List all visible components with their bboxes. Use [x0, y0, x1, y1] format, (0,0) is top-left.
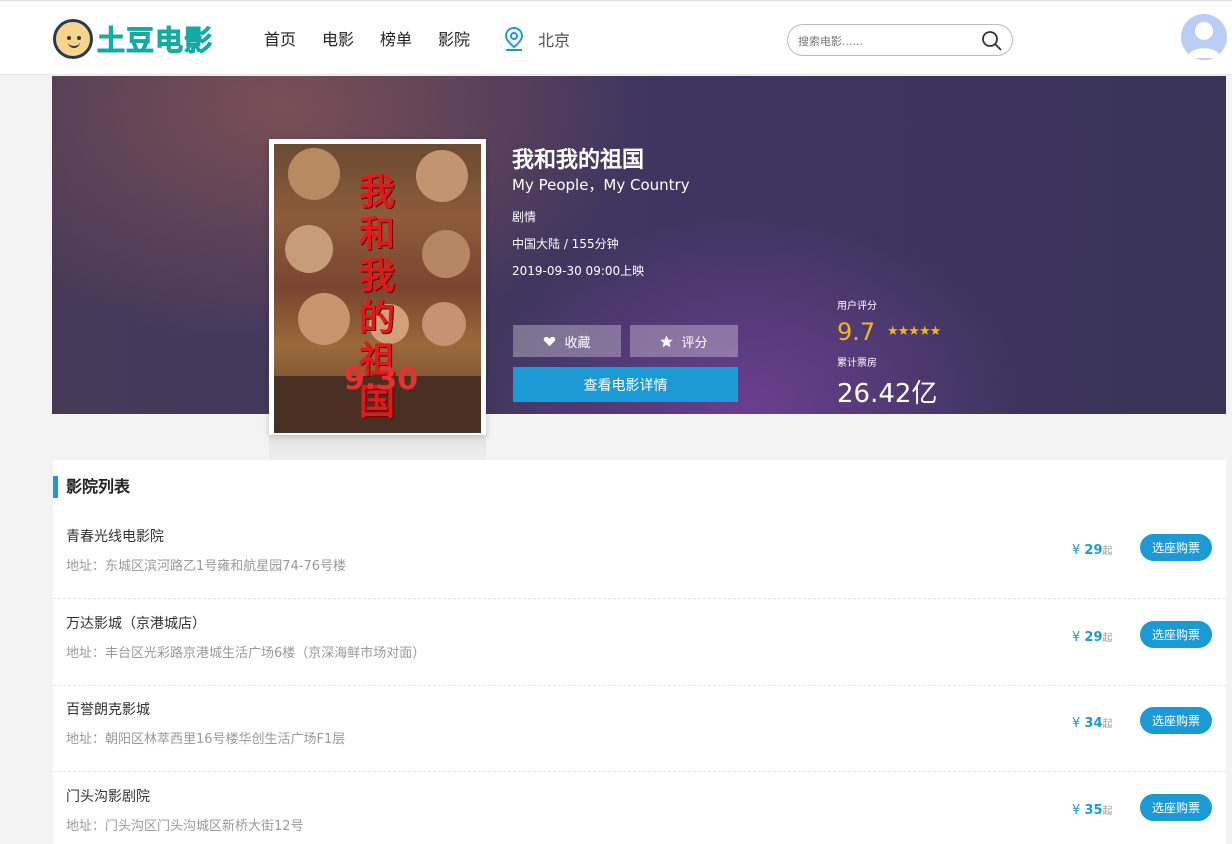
movie-release: 2019-09-30 09:00上映: [512, 264, 645, 278]
user-icon: [1187, 22, 1221, 58]
poster-image: 我和我的祖国 9.30: [274, 144, 481, 433]
cinema-name[interactable]: 青春光线电影院: [66, 526, 164, 546]
movie-region-duration: 中国大陆 / 155分钟: [512, 237, 619, 251]
box-office-value: 26.42亿: [837, 379, 938, 409]
rating-stars: ★★★★★: [887, 324, 941, 339]
cinema-row: 百誉朗克影城 地址：朝阳区林萃西里16号楼华创生活广场F1层 ¥ 34起 选座购…: [53, 686, 1226, 772]
buy-ticket-button[interactable]: 选座购票: [1140, 794, 1212, 821]
cinema-address: 地址：丰台区光彩路京港城生活广场6楼（京深海鲜市场对面）: [66, 646, 426, 661]
movie-banner: [52, 76, 1226, 414]
nav-rankings[interactable]: 榜单: [380, 29, 412, 51]
city-selector[interactable]: 北京: [503, 26, 570, 52]
logo-text: 土豆电影: [96, 24, 214, 58]
cinema-list-heading: 影院列表: [53, 476, 130, 498]
user-score: 9.7: [837, 318, 876, 346]
star-icon: [660, 334, 674, 347]
buy-ticket-button[interactable]: 选座购票: [1140, 707, 1212, 734]
nav-movies[interactable]: 电影: [322, 29, 354, 51]
search-icon[interactable]: [980, 29, 1004, 53]
buy-ticket-button[interactable]: 选座购票: [1140, 621, 1212, 648]
location-pin-icon: [504, 26, 524, 51]
potato-logo-icon: [53, 19, 93, 59]
rate-button[interactable]: 评分: [630, 325, 738, 357]
favorite-button[interactable]: 收藏: [513, 325, 621, 357]
cinema-price: ¥ 29起: [1072, 630, 1113, 645]
buy-ticket-button[interactable]: 选座购票: [1140, 534, 1212, 561]
movie-detail-button[interactable]: 查看电影详情: [513, 367, 738, 402]
movie-title: 我和我的祖国: [512, 148, 645, 173]
rate-label: 评分: [681, 335, 708, 351]
site-logo[interactable]: 土豆电影: [53, 18, 213, 60]
nav-cinemas[interactable]: 影院: [438, 29, 470, 51]
cinema-row: 青春光线电影院 地址：东城区滨河路乙1号雍和航星园74-76号楼 ¥ 29起 选…: [53, 513, 1226, 599]
cinema-price: ¥ 35起: [1072, 803, 1113, 818]
movie-genre: 剧情: [512, 210, 537, 224]
cinema-list: 影院列表 青春光线电影院 地址：东城区滨河路乙1号雍和航星园74-76号楼 ¥ …: [53, 460, 1226, 844]
heart-icon: [544, 336, 556, 346]
nav-home[interactable]: 首页: [264, 29, 296, 51]
cinema-price: ¥ 34起: [1072, 716, 1113, 731]
top-header: 土豆电影 首页 电影 榜单 影院 北京: [0, 0, 1232, 75]
cinema-name[interactable]: 门头沟影剧院: [66, 786, 150, 806]
cinema-address: 地址：门头沟区门头沟城区新桥大街12号: [66, 819, 304, 834]
movie-title-en: My People，My Country: [512, 176, 690, 194]
cinema-row: 万达影城（京港城店） 地址：丰台区光彩路京港城生活广场6楼（京深海鲜市场对面） …: [53, 600, 1226, 686]
cinema-price: ¥ 29起: [1072, 543, 1113, 558]
poster-date: 9.30: [344, 362, 419, 397]
cinema-address: 地址：朝阳区林萃西里16号楼华创生活广场F1层: [66, 732, 346, 747]
cinema-row: 门头沟影剧院 地址：门头沟区门头沟城区新桥大街12号 ¥ 35起 选座购票: [53, 773, 1226, 844]
cinema-address: 地址：东城区滨河路乙1号雍和航星园74-76号楼: [66, 559, 347, 574]
user-avatar[interactable]: [1181, 14, 1227, 60]
box-office-label: 累计票房: [837, 358, 877, 369]
search-box: [787, 24, 1013, 56]
movie-poster: 我和我的祖国 9.30: [269, 139, 486, 435]
city-name: 北京: [538, 31, 571, 50]
cinema-name[interactable]: 百誉朗克影城: [66, 699, 150, 719]
cinema-name[interactable]: 万达影城（京港城店）: [66, 613, 206, 633]
score-label: 用户评分: [837, 301, 877, 312]
search-input[interactable]: [798, 32, 968, 50]
favorite-label: 收藏: [564, 335, 591, 351]
main-nav: 首页 电影 榜单 影院: [264, 29, 496, 51]
